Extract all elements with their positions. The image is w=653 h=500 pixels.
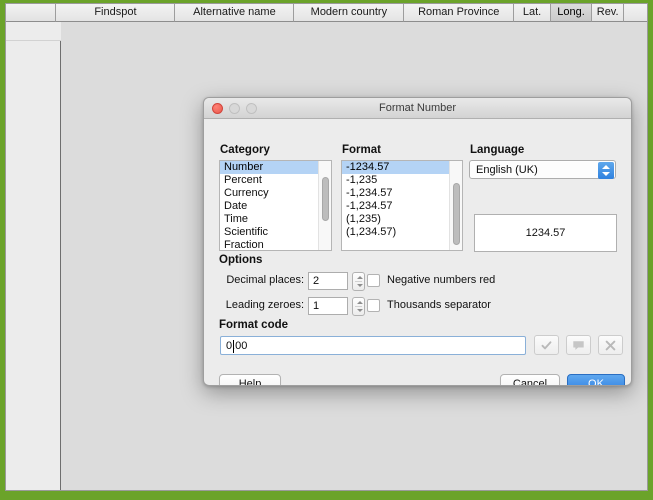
column-header-trailing[interactable]	[624, 4, 647, 22]
row-gutter-first-cell[interactable]	[6, 22, 61, 41]
column-header-label: Modern country	[310, 6, 388, 18]
decimal-places-label: Decimal places:	[226, 274, 304, 286]
ok-button[interactable]: OK	[567, 374, 625, 385]
format-code-value: 0.00	[226, 340, 248, 352]
leading-zeroes-stepper[interactable]	[352, 297, 365, 316]
category-listbox[interactable]: Number Percent Currency Date Time Scient…	[219, 160, 332, 251]
category-item-number[interactable]: Number	[220, 161, 318, 174]
language-value: English (UK)	[476, 164, 538, 176]
decimal-places-stepper[interactable]	[352, 272, 365, 291]
decimal-places-input[interactable]: 2	[308, 272, 348, 290]
column-header-label: Rev.	[596, 6, 619, 18]
checkmark-icon[interactable]	[534, 335, 559, 355]
format-item-1[interactable]: -1,235	[342, 174, 449, 187]
leading-zeroes-input[interactable]: 1	[308, 297, 348, 315]
format-scrollbar[interactable]	[449, 161, 462, 250]
column-header-rev[interactable]: Rev.	[592, 4, 625, 22]
column-header-label: Roman Province	[418, 6, 500, 18]
thousands-separator-checkbox[interactable]	[367, 299, 380, 312]
category-scrollbar[interactable]	[318, 161, 331, 250]
dialog-body: Category Format Language Number Percent …	[204, 119, 631, 385]
chevron-updown-icon[interactable]	[598, 162, 614, 179]
leading-zeroes-label: Leading zeroes:	[225, 299, 304, 311]
format-listbox[interactable]: -1234.57 -1,235 -1,234.57 -1,234.57 (1,2…	[341, 160, 463, 251]
language-label: Language	[470, 144, 525, 156]
text-caret	[233, 340, 234, 353]
category-scrollbar-thumb[interactable]	[322, 177, 329, 221]
column-header-lat[interactable]: Lat.	[514, 4, 551, 22]
column-header-long[interactable]: Long.	[550, 4, 593, 22]
minimize-icon[interactable]	[229, 103, 240, 114]
column-header-findspot[interactable]: Findspot	[56, 4, 176, 22]
category-item-time[interactable]: Time	[220, 213, 318, 226]
preview-value: 1234.57	[525, 227, 566, 239]
category-item-scientific[interactable]: Scientific	[220, 226, 318, 239]
category-label: Category	[220, 144, 270, 156]
column-header-label: Alternative name	[193, 6, 276, 18]
column-header-modern-country[interactable]: Modern country	[294, 4, 405, 22]
close-icon[interactable]	[212, 103, 223, 114]
format-scrollbar-thumb[interactable]	[453, 183, 460, 245]
screen: Findspot Alternative name Modern country…	[0, 0, 653, 500]
options-label: Options	[219, 254, 263, 266]
format-item-2[interactable]: -1,234.57	[342, 187, 449, 200]
format-number-dialog: Format Number Category Format Language N…	[203, 97, 632, 386]
column-header-roman-province[interactable]: Roman Province	[404, 4, 515, 22]
category-item-fraction[interactable]: Fraction	[220, 239, 318, 250]
x-icon[interactable]	[598, 335, 623, 355]
negative-red-checkbox[interactable]	[367, 274, 380, 287]
thousands-separator-label: Thousands separator	[387, 299, 491, 311]
format-item-3[interactable]: -1,234.57	[342, 200, 449, 213]
format-list-rows: -1234.57 -1,235 -1,234.57 -1,234.57 (1,2…	[342, 161, 449, 239]
category-item-currency[interactable]: Currency	[220, 187, 318, 200]
format-label: Format	[342, 144, 381, 156]
comment-icon[interactable]	[566, 335, 591, 355]
category-list-rows: Number Percent Currency Date Time Scient…	[220, 161, 318, 250]
format-item-5[interactable]: (1,234.57)	[342, 226, 449, 239]
dialog-title: Format Number	[378, 102, 457, 114]
preview-box: 1234.57	[474, 214, 617, 252]
column-header-label: Findspot	[94, 6, 137, 18]
zoom-icon[interactable]	[246, 103, 257, 114]
row-number-gutter[interactable]	[6, 22, 61, 490]
help-button[interactable]: Help	[219, 374, 281, 385]
column-header-corner[interactable]	[6, 4, 57, 22]
category-item-date[interactable]: Date	[220, 200, 318, 213]
format-item-0[interactable]: -1234.57	[342, 161, 449, 174]
cancel-button[interactable]: Cancel	[500, 374, 560, 385]
negative-red-label: Negative numbers red	[387, 274, 496, 286]
format-code-label: Format code	[219, 319, 289, 331]
format-code-input[interactable]: 0.00	[220, 336, 526, 355]
column-header-alternative-name[interactable]: Alternative name	[175, 4, 295, 22]
column-header-label: Lat.	[522, 6, 542, 18]
column-header-label: Long.	[557, 6, 585, 18]
category-item-percent[interactable]: Percent	[220, 174, 318, 187]
column-header-row: Findspot Alternative name Modern country…	[6, 4, 647, 22]
language-select[interactable]: English (UK)	[469, 160, 616, 179]
dialog-titlebar[interactable]: Format Number	[204, 98, 631, 119]
format-item-4[interactable]: (1,235)	[342, 213, 449, 226]
